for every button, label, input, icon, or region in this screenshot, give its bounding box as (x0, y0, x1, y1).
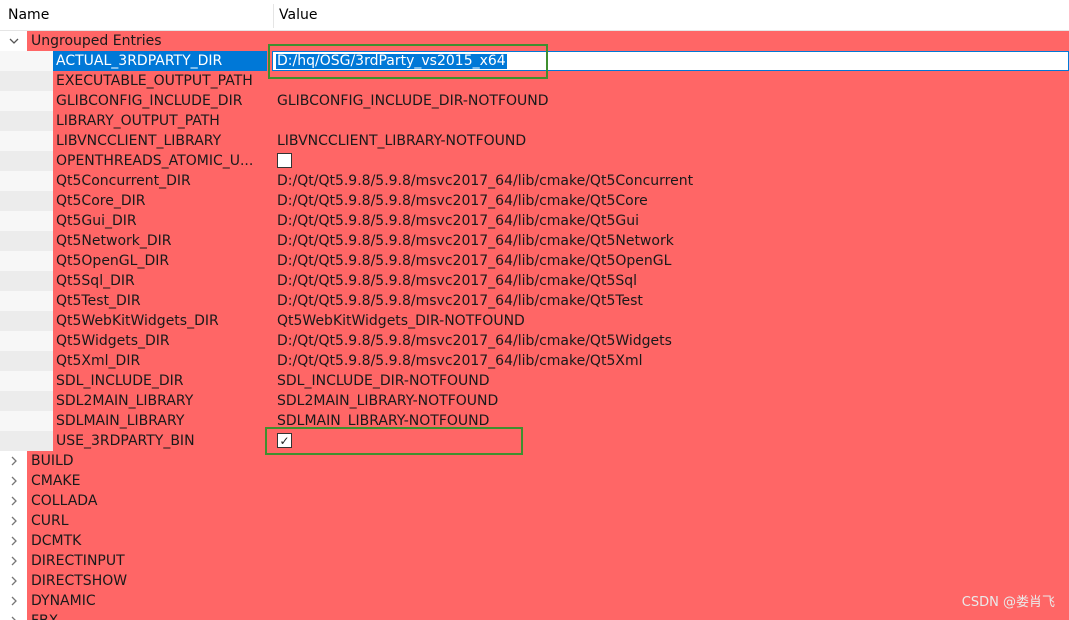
chevron-down-icon[interactable] (6, 31, 22, 51)
group-row[interactable]: DCMTK (0, 531, 1069, 551)
entry-row[interactable]: OPENTHREADS_ATOMIC_U... (0, 151, 1069, 171)
entry-row[interactable]: SDL_INCLUDE_DIR SDL_INCLUDE_DIR-NOTFOUND (0, 371, 1069, 391)
group-label: CURL (31, 513, 69, 529)
entry-value[interactable]: D:/Qt/Qt5.9.8/5.9.8/msvc2017_64/lib/cmak… (277, 351, 642, 371)
entry-name: OPENTHREADS_ATOMIC_U... (56, 153, 254, 169)
group-row[interactable]: FBX (0, 611, 1069, 620)
chevron-right-icon[interactable] (6, 531, 22, 551)
watermark: CSDN @娄肖飞 (961, 595, 1055, 610)
entry-name: LIBRARY_OUTPUT_PATH (56, 113, 220, 129)
group-label: DIRECTINPUT (31, 553, 125, 569)
group-label: DCMTK (31, 533, 82, 549)
entry-name: Qt5OpenGL_DIR (56, 253, 170, 269)
name-column-header[interactable]: Name (8, 0, 49, 31)
entry-name: USE_3RDPARTY_BIN (56, 433, 195, 449)
entry-row[interactable]: Qt5Widgets_DIR D:/Qt/Qt5.9.8/5.9.8/msvc2… (0, 331, 1069, 351)
entry-value[interactable]: SDL2MAIN_LIBRARY-NOTFOUND (277, 391, 498, 411)
entry-value[interactable]: SDLMAIN_LIBRARY-NOTFOUND (277, 411, 489, 431)
entry-name: SDL2MAIN_LIBRARY (56, 393, 194, 409)
entry-name: Qt5Test_DIR (56, 293, 141, 309)
entry-row[interactable]: GLIBCONFIG_INCLUDE_DIR GLIBCONFIG_INCLUD… (0, 91, 1069, 111)
use-3rdparty-bin-checkbox[interactable]: ✓ (277, 433, 292, 448)
entry-row[interactable]: SDL2MAIN_LIBRARY SDL2MAIN_LIBRARY-NOTFOU… (0, 391, 1069, 411)
entry-name: LIBVNCCLIENT_LIBRARY (56, 133, 222, 149)
entry-value[interactable]: D:/Qt/Qt5.9.8/5.9.8/msvc2017_64/lib/cmak… (277, 171, 693, 191)
entry-row[interactable]: Qt5Sql_DIR D:/Qt/Qt5.9.8/5.9.8/msvc2017_… (0, 271, 1069, 291)
group-row[interactable]: DIRECTINPUT (0, 551, 1069, 571)
group-row[interactable]: CURL (0, 511, 1069, 531)
group-row-ungrouped[interactable]: Ungrouped Entries (0, 31, 1069, 51)
entry-row[interactable]: LIBVNCCLIENT_LIBRARY LIBVNCCLIENT_LIBRAR… (0, 131, 1069, 151)
group-label: BUILD (31, 453, 74, 469)
entry-name: Qt5Core_DIR (56, 193, 146, 209)
entry-row[interactable]: Qt5Xml_DIR D:/Qt/Qt5.9.8/5.9.8/msvc2017_… (0, 351, 1069, 371)
group-label: FBX (31, 611, 58, 620)
group-label: CMAKE (31, 473, 81, 489)
chevron-right-icon[interactable] (6, 611, 22, 620)
entry-row[interactable]: Qt5Gui_DIR D:/Qt/Qt5.9.8/5.9.8/msvc2017_… (0, 211, 1069, 231)
entry-name: Qt5Xml_DIR (56, 353, 141, 369)
entry-name: Qt5Concurrent_DIR (56, 173, 191, 189)
entry-value[interactable]: Qt5WebKitWidgets_DIR-NOTFOUND (277, 311, 525, 331)
entry-row[interactable]: Qt5Test_DIR D:/Qt/Qt5.9.8/5.9.8/msvc2017… (0, 291, 1069, 311)
column-separator[interactable] (273, 4, 274, 28)
group-row[interactable]: DYNAMIC (0, 591, 1069, 611)
chevron-right-icon[interactable] (6, 511, 22, 531)
entry-value[interactable]: D:/Qt/Qt5.9.8/5.9.8/msvc2017_64/lib/cmak… (277, 271, 637, 291)
value-column-header[interactable]: Value (279, 0, 317, 31)
chevron-right-icon[interactable] (6, 571, 22, 591)
group-row[interactable]: COLLADA (0, 491, 1069, 511)
openthreads-atomic-checkbox[interactable] (277, 153, 292, 168)
entry-value[interactable]: SDL_INCLUDE_DIR-NOTFOUND (277, 371, 490, 391)
entry-value[interactable]: D:/Qt/Qt5.9.8/5.9.8/msvc2017_64/lib/cmak… (277, 331, 672, 351)
entry-value[interactable]: GLIBCONFIG_INCLUDE_DIR-NOTFOUND (277, 91, 549, 111)
entry-name: Qt5Network_DIR (56, 233, 172, 249)
group-label: DYNAMIC (31, 593, 96, 609)
entry-row[interactable]: Qt5OpenGL_DIR D:/Qt/Qt5.9.8/5.9.8/msvc20… (0, 251, 1069, 271)
entry-name: SDL_INCLUDE_DIR (56, 373, 184, 389)
entry-name: EXECUTABLE_OUTPUT_PATH (56, 73, 253, 89)
entry-row[interactable]: Qt5Concurrent_DIR D:/Qt/Qt5.9.8/5.9.8/ms… (0, 171, 1069, 191)
chevron-right-icon[interactable] (6, 551, 22, 571)
entry-row[interactable]: Qt5WebKitWidgets_DIR Qt5WebKitWidgets_DI… (0, 311, 1069, 331)
entry-value[interactable]: D:/Qt/Qt5.9.8/5.9.8/msvc2017_64/lib/cmak… (277, 211, 639, 231)
entry-name: Qt5Sql_DIR (56, 273, 135, 289)
entry-row[interactable]: EXECUTABLE_OUTPUT_PATH (0, 71, 1069, 91)
selected-entry-name[interactable]: ACTUAL_3RDPARTY_DIR (53, 51, 267, 71)
entry-name: Qt5Widgets_DIR (56, 333, 170, 349)
entry-row[interactable]: Qt5Core_DIR D:/Qt/Qt5.9.8/5.9.8/msvc2017… (0, 191, 1069, 211)
entry-row[interactable]: LIBRARY_OUTPUT_PATH (0, 111, 1069, 131)
entry-row[interactable]: Qt5Network_DIR D:/Qt/Qt5.9.8/5.9.8/msvc2… (0, 231, 1069, 251)
group-label: COLLADA (31, 493, 98, 509)
group-label: Ungrouped Entries (31, 33, 162, 49)
entry-value[interactable]: D:/Qt/Qt5.9.8/5.9.8/msvc2017_64/lib/cmak… (277, 251, 671, 271)
entry-name: Qt5WebKitWidgets_DIR (56, 313, 219, 329)
entry-value[interactable]: D:/Qt/Qt5.9.8/5.9.8/msvc2017_64/lib/cmak… (277, 191, 648, 211)
entry-row[interactable]: ACTUAL_3RDPARTY_DIR D:/hq/OSG/3rdParty_v… (0, 51, 1069, 71)
check-icon: ✓ (279, 433, 290, 448)
chevron-right-icon[interactable] (6, 591, 22, 611)
tree-header: Name Value (0, 0, 1069, 31)
entry-row[interactable]: USE_3RDPARTY_BIN ✓ (0, 431, 1069, 451)
chevron-right-icon[interactable] (6, 471, 22, 491)
group-row[interactable]: BUILD (0, 451, 1069, 471)
chevron-right-icon[interactable] (6, 491, 22, 511)
entry-row[interactable]: SDLMAIN_LIBRARY SDLMAIN_LIBRARY-NOTFOUND (0, 411, 1069, 431)
chevron-right-icon[interactable] (6, 451, 22, 471)
entry-name: GLIBCONFIG_INCLUDE_DIR (56, 93, 243, 109)
entry-value[interactable]: D:/Qt/Qt5.9.8/5.9.8/msvc2017_64/lib/cmak… (277, 291, 643, 311)
entry-value[interactable]: LIBVNCCLIENT_LIBRARY-NOTFOUND (277, 131, 526, 151)
group-row[interactable]: CMAKE (0, 471, 1069, 491)
selected-value-text[interactable]: D:/hq/OSG/3rdParty_vs2015_x64 (276, 54, 507, 69)
cache-tree: Ungrouped Entries ACTUAL_3RDPARTY_DIR D:… (0, 31, 1069, 620)
group-label: DIRECTSHOW (31, 573, 128, 589)
group-row[interactable]: DIRECTSHOW (0, 571, 1069, 591)
entry-name: Qt5Gui_DIR (56, 213, 137, 229)
entry-value[interactable]: D:/Qt/Qt5.9.8/5.9.8/msvc2017_64/lib/cmak… (277, 231, 674, 251)
entry-name: SDLMAIN_LIBRARY (56, 413, 185, 429)
value-editor-input[interactable]: D:/hq/OSG/3rdParty_vs2015_x64 (272, 51, 1069, 71)
